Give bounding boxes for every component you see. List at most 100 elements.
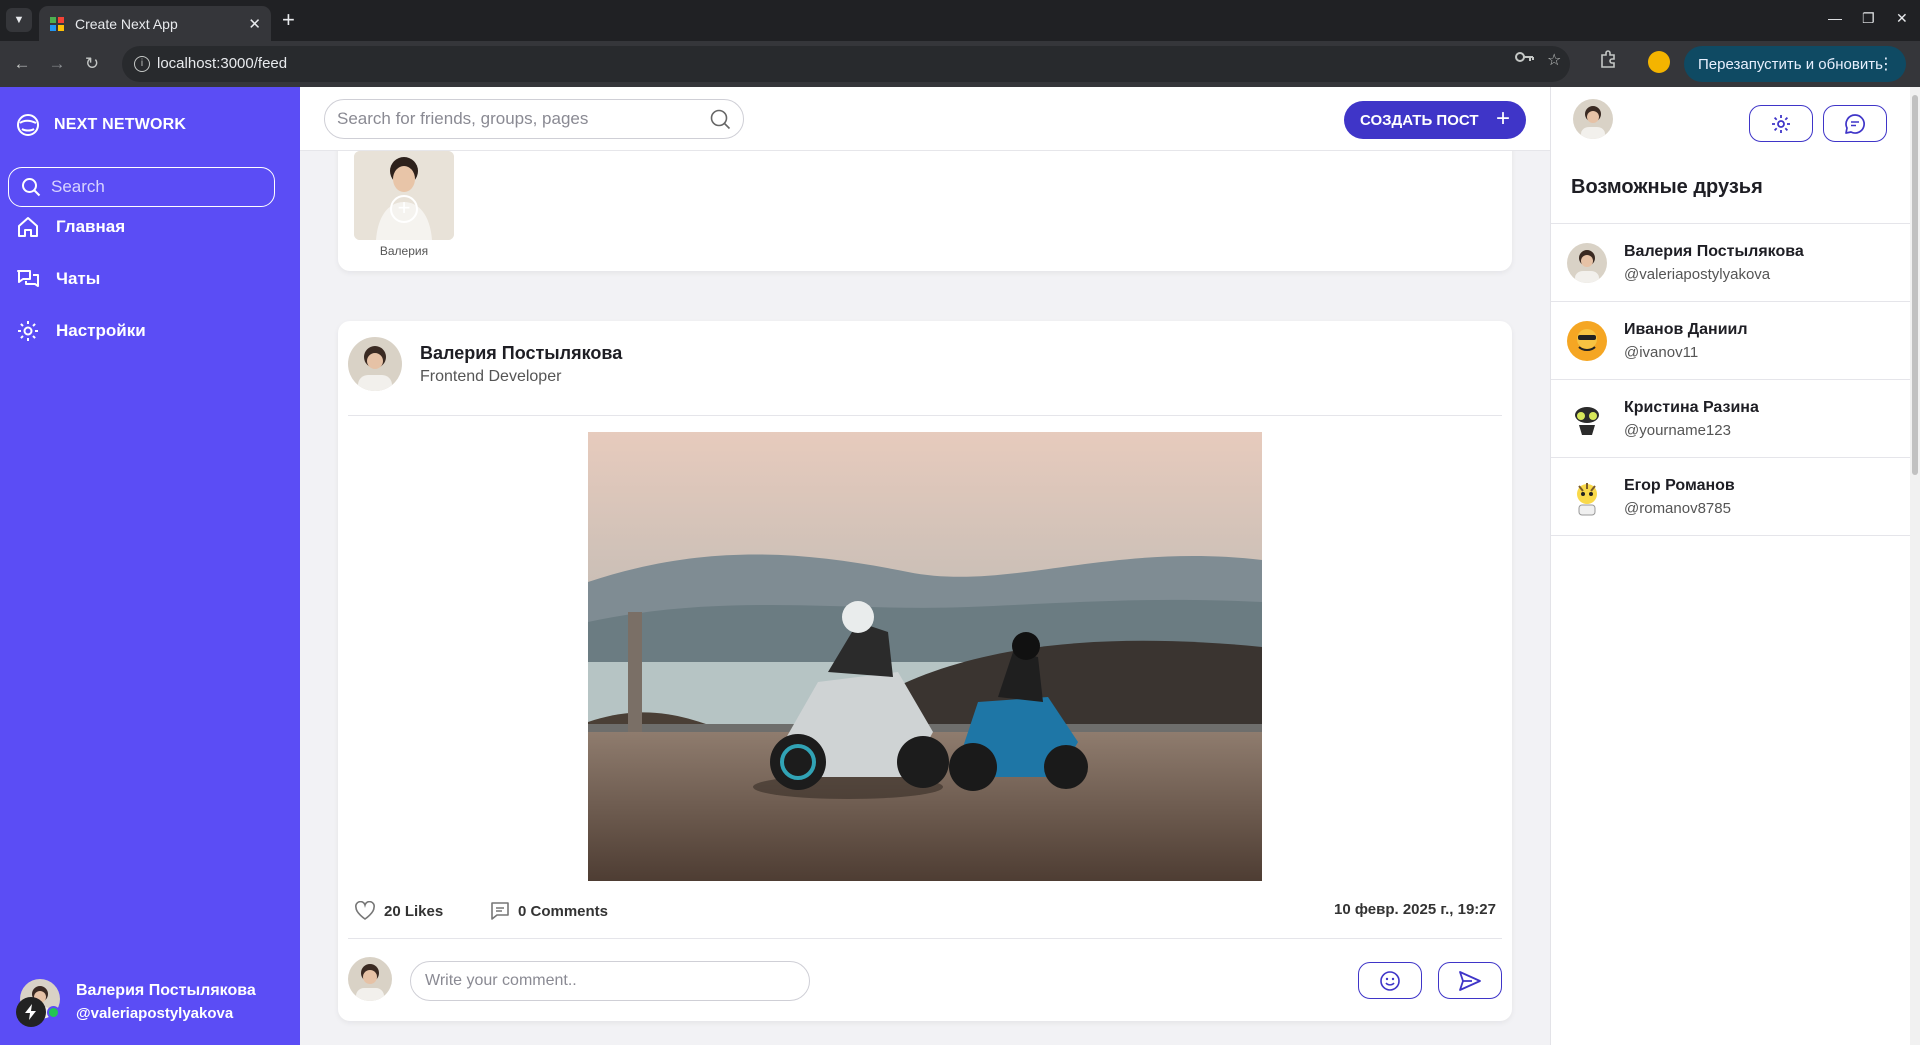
friend-suggestion[interactable]: Егор Романов @romanov8785 bbox=[1551, 458, 1911, 536]
post-date: 10 февр. 2025 г., 19:27 bbox=[1334, 901, 1496, 918]
bolt-icon[interactable] bbox=[16, 997, 46, 1027]
friend-name: Валерия Постылякова bbox=[1624, 243, 1804, 260]
add-story-icon[interactable]: + bbox=[390, 195, 418, 223]
avatar bbox=[1567, 321, 1607, 361]
post-author-name[interactable]: Валерия Постылякова bbox=[420, 343, 622, 364]
friend-name: Егор Романов bbox=[1624, 477, 1735, 494]
top-header: СОЗДАТЬ ПОСТ + bbox=[300, 87, 1550, 151]
likes-count: 20 Likes bbox=[384, 902, 444, 920]
friend-handle: @romanov8785 bbox=[1624, 500, 1731, 517]
url-text: localhost:3000/feed bbox=[157, 55, 288, 72]
post-image[interactable] bbox=[588, 432, 1262, 881]
current-user-name: Валерия Постылякова bbox=[76, 982, 256, 999]
scrollbar-thumb[interactable] bbox=[1912, 95, 1918, 475]
password-key-icon[interactable] bbox=[1515, 50, 1535, 69]
friend-name: Иванов Даниил bbox=[1624, 321, 1748, 338]
right-panel: Возможные друзья Валерия Постылякова @va… bbox=[1550, 87, 1911, 1045]
gear-icon bbox=[1772, 114, 1790, 133]
page-scrollbar[interactable] bbox=[1910, 87, 1920, 1045]
chats-icon bbox=[17, 270, 39, 287]
sidebar-search-input[interactable] bbox=[51, 177, 251, 197]
profile-avatar[interactable] bbox=[1573, 99, 1613, 139]
settings-button[interactable] bbox=[1749, 105, 1813, 142]
search-icon bbox=[22, 178, 41, 197]
current-user-handle: @valeriapostylyakova bbox=[76, 1005, 234, 1022]
browser-tab[interactable]: Create Next App ✕ bbox=[39, 6, 271, 41]
post-author-avatar[interactable] bbox=[348, 337, 402, 391]
sidebar-item-home[interactable]: Главная bbox=[16, 215, 125, 239]
window-close-icon[interactable]: ✕ bbox=[1896, 10, 1908, 27]
divider bbox=[348, 415, 1502, 416]
post-meta: 20 Likes 0 Comments 10 февр. 2025 г., 19… bbox=[354, 895, 1504, 925]
avatar bbox=[1567, 399, 1607, 439]
browser-tab-bar: ▼ Create Next App ✕ + — ❐ ✕ bbox=[0, 0, 1920, 41]
avatar bbox=[1567, 477, 1607, 517]
site-info-icon[interactable]: i bbox=[134, 56, 150, 72]
online-status-badge bbox=[47, 1006, 60, 1019]
search-icon[interactable] bbox=[709, 108, 731, 130]
sidebar-item-chats[interactable]: Чаты bbox=[16, 267, 100, 291]
messages-button[interactable] bbox=[1823, 105, 1887, 142]
tab-title: Create Next App bbox=[75, 15, 178, 32]
comments-count: 0 Comments bbox=[518, 902, 609, 920]
extensions-icon[interactable] bbox=[1599, 50, 1617, 73]
new-tab-icon[interactable]: + bbox=[282, 8, 295, 32]
current-user[interactable]: Валерия Постылякова @valeriapostylyakova bbox=[16, 975, 296, 1035]
friend-suggestion[interactable]: Иванов Даниил @ivanov11 bbox=[1551, 302, 1911, 380]
sidebar-item-label: Главная bbox=[56, 217, 126, 236]
friend-handle: @ivanov11 bbox=[1624, 344, 1699, 361]
create-post-label: СОЗДАТЬ ПОСТ bbox=[1360, 111, 1479, 129]
tab-search-dropdown[interactable]: ▼ bbox=[6, 8, 32, 32]
bookmark-star-icon[interactable]: ☆ bbox=[1547, 50, 1561, 70]
tab-favicon-icon bbox=[50, 16, 64, 31]
brand[interactable]: NEXT NETWORK bbox=[16, 113, 186, 137]
plus-icon: + bbox=[1495, 105, 1510, 132]
post-author-role: Frontend Developer bbox=[420, 368, 562, 385]
tab-close-icon[interactable]: ✕ bbox=[248, 15, 261, 33]
browser-profile-avatar[interactable] bbox=[1648, 51, 1670, 73]
sidebar-item-settings[interactable]: Настройки bbox=[16, 319, 146, 343]
friend-name: Кристина Разина bbox=[1624, 399, 1759, 416]
suggested-friends-title: Возможные друзья bbox=[1571, 176, 1763, 198]
brand-logo-icon bbox=[17, 114, 39, 136]
story-name: Валерия bbox=[379, 244, 429, 258]
friend-handle: @valeriapostylyakova bbox=[1624, 266, 1771, 283]
comment-icon bbox=[491, 902, 509, 920]
comment-input[interactable] bbox=[410, 961, 810, 1001]
settings-icon bbox=[18, 321, 38, 341]
like-button[interactable]: 20 Likes bbox=[354, 901, 443, 921]
avatar bbox=[348, 957, 392, 1001]
address-bar[interactable]: i localhost:3000/feed bbox=[122, 46, 1570, 82]
emoji-button[interactable] bbox=[1358, 962, 1422, 999]
update-browser-button[interactable]: Перезапустить и обновить ⋮ bbox=[1684, 46, 1906, 82]
send-icon bbox=[1459, 970, 1481, 991]
comments-button[interactable]: 0 Comments bbox=[490, 901, 608, 921]
sidebar-search[interactable] bbox=[8, 167, 275, 207]
left-sidebar: NEXT NETWORK Главная Чаты Настройки Вале… bbox=[0, 87, 300, 1045]
browser-menu-icon[interactable]: ⋮ bbox=[1878, 54, 1894, 74]
emoji-icon bbox=[1380, 970, 1400, 991]
brand-name: NEXT NETWORK bbox=[54, 116, 187, 133]
back-icon[interactable]: ← bbox=[11, 53, 33, 75]
divider bbox=[348, 938, 1502, 939]
right-panel-header bbox=[1551, 87, 1911, 151]
create-post-button[interactable]: СОЗДАТЬ ПОСТ + bbox=[1344, 101, 1526, 139]
home-icon bbox=[18, 217, 38, 237]
friend-suggestion[interactable]: Кристина Разина @yourname123 bbox=[1551, 380, 1911, 458]
reload-icon[interactable]: ↻ bbox=[81, 53, 103, 75]
friend-handle: @yourname123 bbox=[1624, 422, 1731, 439]
post-card: Валерия Постылякова Frontend Developer 2… bbox=[338, 321, 1512, 1021]
avatar bbox=[1567, 243, 1607, 283]
minimize-icon[interactable]: — bbox=[1828, 10, 1842, 26]
main-search-input[interactable] bbox=[337, 109, 709, 129]
sidebar-item-label: Настройки bbox=[56, 321, 146, 340]
stories-card: + Валерия bbox=[338, 151, 1512, 271]
update-browser-label: Перезапустить и обновить bbox=[1698, 55, 1883, 73]
main-search[interactable] bbox=[324, 99, 744, 139]
maximize-icon[interactable]: ❐ bbox=[1862, 10, 1875, 27]
send-comment-button[interactable] bbox=[1438, 962, 1502, 999]
story-item[interactable]: + Валерия bbox=[354, 151, 454, 258]
message-icon bbox=[1845, 113, 1865, 134]
friend-suggestion[interactable]: Валерия Постылякова @valeriapostylyakova bbox=[1551, 224, 1911, 302]
forward-icon[interactable]: → bbox=[46, 53, 68, 75]
